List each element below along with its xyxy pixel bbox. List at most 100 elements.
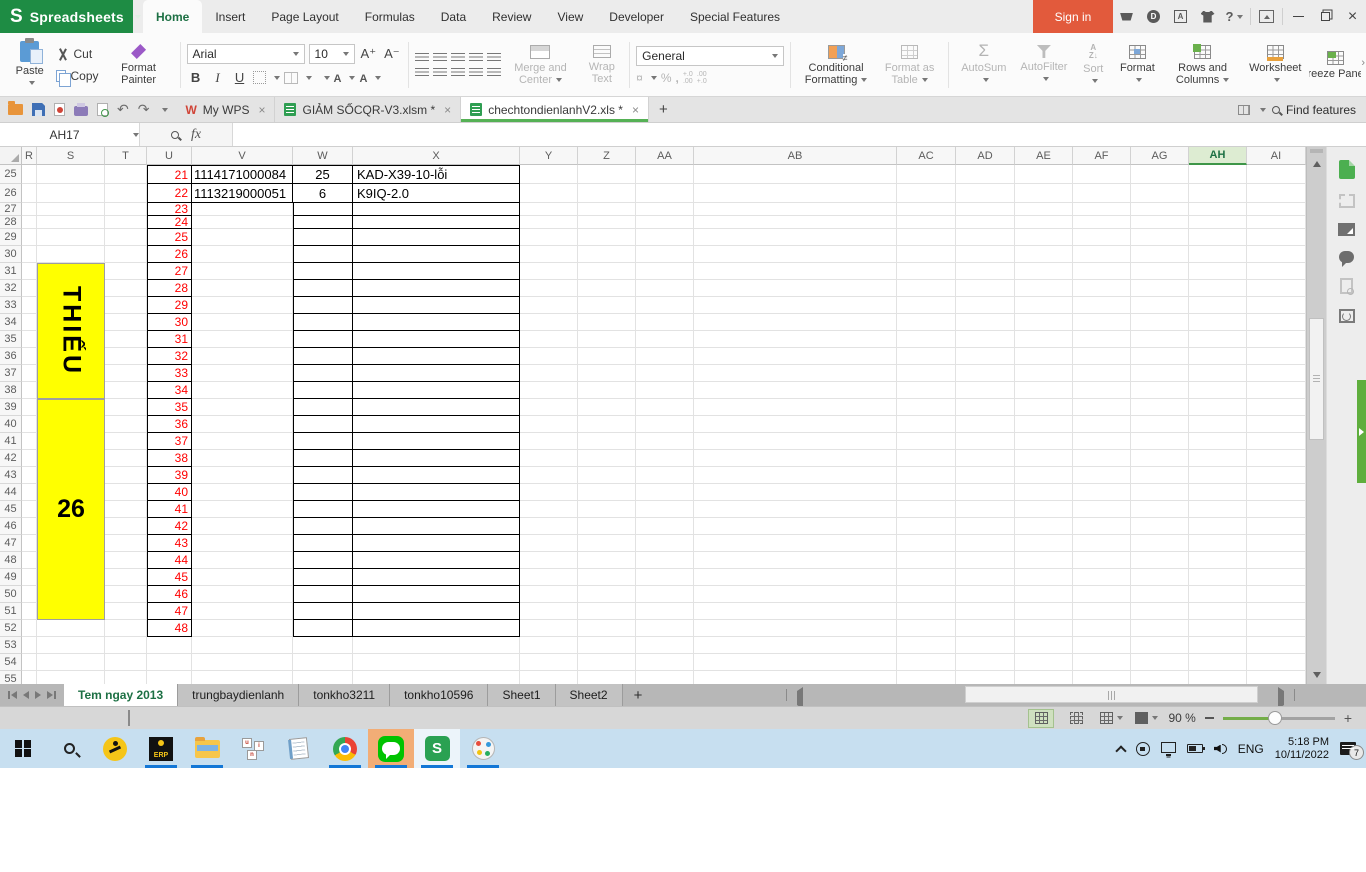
cell-x38[interactable] bbox=[353, 382, 520, 399]
cell-z50[interactable] bbox=[578, 586, 636, 603]
cell-r54[interactable] bbox=[22, 654, 37, 671]
cell-u36[interactable]: 32 bbox=[147, 348, 192, 365]
cell-v36[interactable] bbox=[192, 348, 293, 365]
close-icon[interactable]: × bbox=[258, 103, 265, 117]
row-header-37[interactable]: 37 bbox=[0, 365, 22, 382]
cell-t48[interactable] bbox=[105, 552, 147, 569]
notification-center-button[interactable]: 7 bbox=[1340, 742, 1356, 755]
minimize-button[interactable] bbox=[1285, 0, 1312, 33]
row-header-34[interactable]: 34 bbox=[0, 314, 22, 331]
cell-af29[interactable] bbox=[1073, 229, 1131, 246]
cell-ah37[interactable] bbox=[1189, 365, 1247, 382]
cell-v29[interactable] bbox=[192, 229, 293, 246]
cell-v48[interactable] bbox=[192, 552, 293, 569]
cell-ah40[interactable] bbox=[1189, 416, 1247, 433]
cell-v49[interactable] bbox=[192, 569, 293, 586]
sheet-tab-tem-ngay-2013[interactable]: Tem ngay 2013 bbox=[64, 684, 178, 706]
cell-w31[interactable] bbox=[293, 263, 353, 280]
menu-tab-developer[interactable]: Developer bbox=[596, 0, 677, 33]
cell-t45[interactable] bbox=[105, 501, 147, 518]
cell-ab26[interactable] bbox=[694, 184, 897, 203]
cell-w39[interactable] bbox=[293, 399, 353, 416]
cell-x50[interactable] bbox=[353, 586, 520, 603]
align-middle-icon[interactable] bbox=[433, 53, 447, 63]
cell-aa53[interactable] bbox=[636, 637, 694, 654]
cell-ag30[interactable] bbox=[1131, 246, 1189, 263]
conditional-formatting-button[interactable]: Conditional Formatting bbox=[797, 44, 875, 87]
cell-w51[interactable] bbox=[293, 603, 353, 620]
format-as-table-button[interactable]: Format as Table bbox=[877, 44, 942, 87]
cell-y29[interactable] bbox=[520, 229, 578, 246]
font-color-button[interactable]: A bbox=[334, 69, 342, 87]
cell-ag32[interactable] bbox=[1131, 280, 1189, 297]
cell-w34[interactable] bbox=[293, 314, 353, 331]
cell-u43[interactable]: 39 bbox=[147, 467, 192, 484]
first-sheet-button[interactable] bbox=[8, 691, 17, 699]
row-header-53[interactable]: 53 bbox=[0, 637, 22, 654]
cell-ac50[interactable] bbox=[897, 586, 956, 603]
cell-ah52[interactable] bbox=[1189, 620, 1247, 637]
cell-ac36[interactable] bbox=[897, 348, 956, 365]
cell-v28[interactable] bbox=[192, 216, 293, 229]
cell-ai44[interactable] bbox=[1247, 484, 1306, 501]
cell-t55[interactable] bbox=[105, 671, 147, 684]
cell-t51[interactable] bbox=[105, 603, 147, 620]
number-format-select[interactable]: General bbox=[636, 46, 784, 66]
cell-s53[interactable] bbox=[37, 637, 105, 654]
last-sheet-button[interactable] bbox=[47, 691, 56, 699]
cell-z41[interactable] bbox=[578, 433, 636, 450]
increase-font-button[interactable]: A⁺ bbox=[359, 46, 379, 62]
cell-ae53[interactable] bbox=[1015, 637, 1073, 654]
taskbar-search-button[interactable] bbox=[46, 729, 92, 768]
cell-ah48[interactable] bbox=[1189, 552, 1247, 569]
cell-ab52[interactable] bbox=[694, 620, 897, 637]
cell-t43[interactable] bbox=[105, 467, 147, 484]
cell-z35[interactable] bbox=[578, 331, 636, 348]
cell-u34[interactable]: 30 bbox=[147, 314, 192, 331]
cell-ab28[interactable] bbox=[694, 216, 897, 229]
cell-v31[interactable] bbox=[192, 263, 293, 280]
row-header-43[interactable]: 43 bbox=[0, 467, 22, 484]
collapse-ribbon-button[interactable] bbox=[1253, 0, 1280, 33]
cell-t25[interactable] bbox=[105, 165, 147, 184]
column-header-ae[interactable]: AE bbox=[1015, 147, 1073, 165]
cell-v30[interactable] bbox=[192, 246, 293, 263]
cell-v26[interactable]: 1113219000051 bbox=[192, 184, 293, 203]
cell-ah35[interactable] bbox=[1189, 331, 1247, 348]
page-layout-view-button[interactable] bbox=[1098, 709, 1124, 728]
justify-icon[interactable] bbox=[469, 68, 483, 78]
cell-ae41[interactable] bbox=[1015, 433, 1073, 450]
cell-ab35[interactable] bbox=[694, 331, 897, 348]
cell-z54[interactable] bbox=[578, 654, 636, 671]
cell-ah50[interactable] bbox=[1189, 586, 1247, 603]
cell-r45[interactable] bbox=[22, 501, 37, 518]
cell-v32[interactable] bbox=[192, 280, 293, 297]
cell-ac46[interactable] bbox=[897, 518, 956, 535]
italic-button[interactable]: I bbox=[209, 70, 227, 86]
cell-ab43[interactable] bbox=[694, 467, 897, 484]
cell-ag49[interactable] bbox=[1131, 569, 1189, 586]
vertical-scroll-thumb[interactable] bbox=[1309, 318, 1324, 440]
cell-ad33[interactable] bbox=[956, 297, 1015, 314]
cell-ah44[interactable] bbox=[1189, 484, 1247, 501]
cell-ai32[interactable] bbox=[1247, 280, 1306, 297]
cell-aa28[interactable] bbox=[636, 216, 694, 229]
column-header-ad[interactable]: AD bbox=[956, 147, 1015, 165]
cell-aa38[interactable] bbox=[636, 382, 694, 399]
menu-tab-data[interactable]: Data bbox=[428, 0, 479, 33]
cell-v25[interactable]: 1114171000084 bbox=[192, 165, 293, 184]
cell-u54[interactable] bbox=[147, 654, 192, 671]
cell-x53[interactable] bbox=[353, 637, 520, 654]
cell-ae34[interactable] bbox=[1015, 314, 1073, 331]
column-header-ag[interactable]: AG bbox=[1131, 147, 1189, 165]
cell-ai47[interactable] bbox=[1247, 535, 1306, 552]
cell-w43[interactable] bbox=[293, 467, 353, 484]
menu-tab-home[interactable]: Home bbox=[143, 0, 202, 33]
line-app-button[interactable] bbox=[368, 729, 414, 768]
cell-af55[interactable] bbox=[1073, 671, 1131, 684]
cell-w25[interactable]: 25 bbox=[293, 165, 353, 184]
customize-toolbar-icon[interactable] bbox=[162, 108, 168, 112]
cell-y55[interactable] bbox=[520, 671, 578, 684]
align-bottom-icon[interactable] bbox=[451, 53, 465, 63]
name-box[interactable]: AH17 bbox=[0, 123, 140, 146]
